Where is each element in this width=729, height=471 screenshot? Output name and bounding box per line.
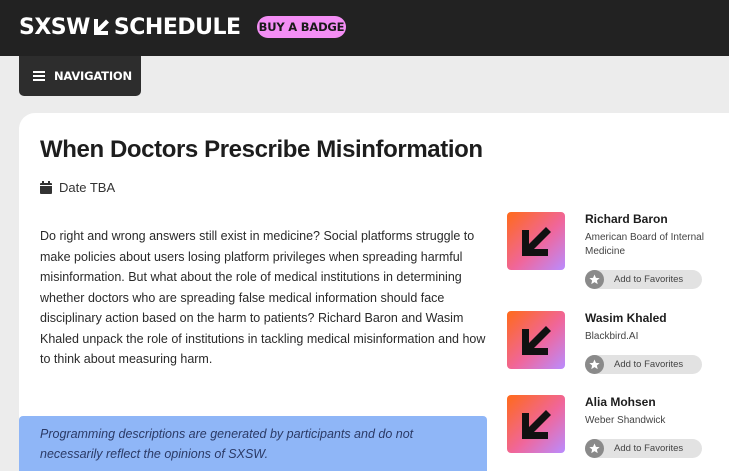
add-to-favorites-label: Add to Favorites	[614, 359, 684, 370]
star-icon	[585, 439, 604, 458]
hamburger-icon	[33, 71, 45, 81]
session-date: Date TBA	[40, 180, 115, 195]
add-to-favorites-label: Add to Favorites	[614, 443, 684, 454]
calendar-icon	[40, 181, 52, 194]
star-icon	[585, 355, 604, 374]
add-to-favorites-button[interactable]: Add to Favorites	[585, 439, 702, 458]
programming-disclaimer: Programming descriptions are generated b…	[19, 416, 487, 471]
speaker-name[interactable]: Richard Baron	[585, 212, 668, 226]
add-to-favorites-label: Add to Favorites	[614, 274, 684, 285]
session-date-text: Date TBA	[59, 180, 116, 195]
session-title: When Doctors Prescribe Misinformation	[40, 136, 483, 163]
navigation-label: NAVIGATION	[54, 69, 132, 83]
star-icon	[585, 270, 604, 289]
add-to-favorites-button[interactable]: Add to Favorites	[585, 270, 702, 289]
logo-schedule-text: SCHEDULE	[113, 14, 241, 40]
top-bar: SXSW SCHEDULE BUY A BADGE	[0, 0, 729, 56]
speaker-organization: American Board of Internal Medicine	[585, 232, 704, 257]
speaker-photo[interactable]	[507, 311, 565, 369]
buy-badge-button[interactable]: BUY A BADGE	[257, 16, 346, 38]
speaker-photo[interactable]	[507, 212, 565, 270]
sxsw-schedule-logo[interactable]: SXSW SCHEDULE	[19, 12, 241, 42]
logo-sxsw-text: SXSW	[19, 14, 90, 40]
navigation-button[interactable]: NAVIGATION	[19, 56, 141, 96]
session-description: Do right and wrong answers still exist i…	[40, 229, 486, 366]
speaker-name[interactable]: Alia Mohsen	[585, 395, 656, 409]
add-to-favorites-button[interactable]: Add to Favorites	[585, 355, 702, 374]
speaker-organization: Blackbird.AI	[585, 331, 639, 342]
speaker-organization: Weber Shandwick	[585, 415, 666, 426]
sxsw-arrow-icon	[91, 16, 111, 38]
speaker-photo[interactable]	[507, 395, 565, 453]
speaker-name[interactable]: Wasim Khaled	[585, 311, 667, 325]
